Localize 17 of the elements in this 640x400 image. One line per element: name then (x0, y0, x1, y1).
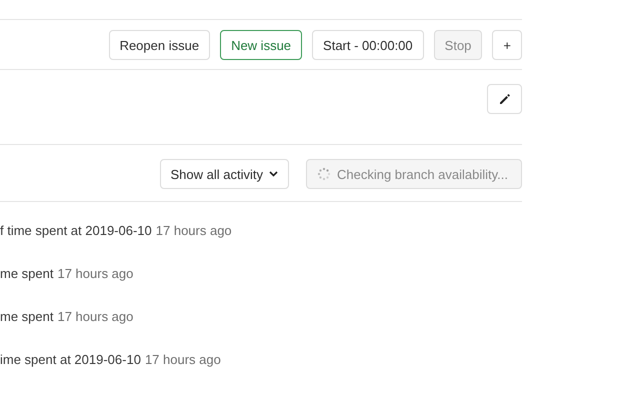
edit-button[interactable] (487, 84, 522, 114)
activity-filter-dropdown[interactable]: Show all activity (160, 159, 289, 189)
note-text: me spent (0, 266, 54, 282)
chevron-down-icon (269, 171, 278, 177)
note-time: 17 hours ago (57, 309, 134, 325)
action-button[interactable]: + (492, 30, 522, 60)
action-button[interactable]: New issue (220, 30, 302, 60)
note-text: f time spent at 2019-06-10 (0, 223, 152, 239)
pencil-icon (498, 93, 510, 105)
note-time: 17 hours ago (156, 223, 232, 239)
action-button[interactable]: Start - 00:00:00 (312, 30, 424, 60)
note-time: 17 hours ago (144, 352, 221, 368)
note-time: 17 hours ago (57, 266, 134, 282)
spinner-icon (317, 167, 331, 181)
action-button[interactable]: Reopen issue (108, 30, 210, 60)
note-text: me spent (0, 309, 54, 325)
note-text: ime spent at 2019-06-10 (0, 352, 141, 368)
